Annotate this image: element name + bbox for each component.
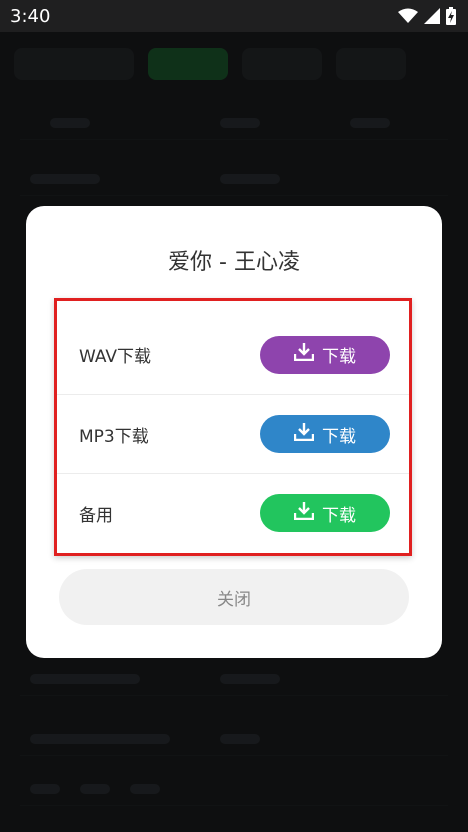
download-options-box: WAV下载 下载 MP3下载 下载 备用 下载 — [54, 298, 412, 556]
close-button[interactable]: 关闭 — [59, 569, 409, 625]
option-row-mp3: MP3下载 下载 — [57, 394, 409, 473]
download-button-label: 下载 — [322, 505, 356, 526]
option-label: 备用 — [79, 505, 113, 526]
mp3-download-button[interactable]: 下载 — [260, 415, 390, 453]
option-label: WAV下载 — [79, 347, 152, 367]
download-icon — [293, 422, 315, 446]
battery-charging-icon — [446, 7, 456, 25]
option-label: MP3下载 — [79, 426, 149, 447]
option-row-wav: WAV下载 下载 — [57, 315, 409, 394]
option-row-backup: 备用 下载 — [57, 473, 409, 552]
signal-icon — [424, 8, 440, 24]
status-icons — [398, 7, 456, 25]
status-bar: 3:40 — [0, 0, 468, 32]
wifi-icon — [398, 8, 418, 24]
status-time: 3:40 — [10, 5, 51, 27]
download-button-label: 下载 — [322, 347, 356, 367]
download-button-label: 下载 — [322, 426, 356, 447]
download-dialog: 爱你 - 王心凌 WAV下载 下载 MP3下载 下载 备用 下载 关闭 — [26, 206, 442, 658]
backup-download-button[interactable]: 下载 — [260, 494, 390, 532]
wav-download-button[interactable]: 下载 — [260, 335, 390, 374]
download-icon — [293, 501, 315, 525]
dialog-title: 爱你 - 王心凌 — [168, 250, 300, 275]
download-icon — [293, 343, 315, 366]
